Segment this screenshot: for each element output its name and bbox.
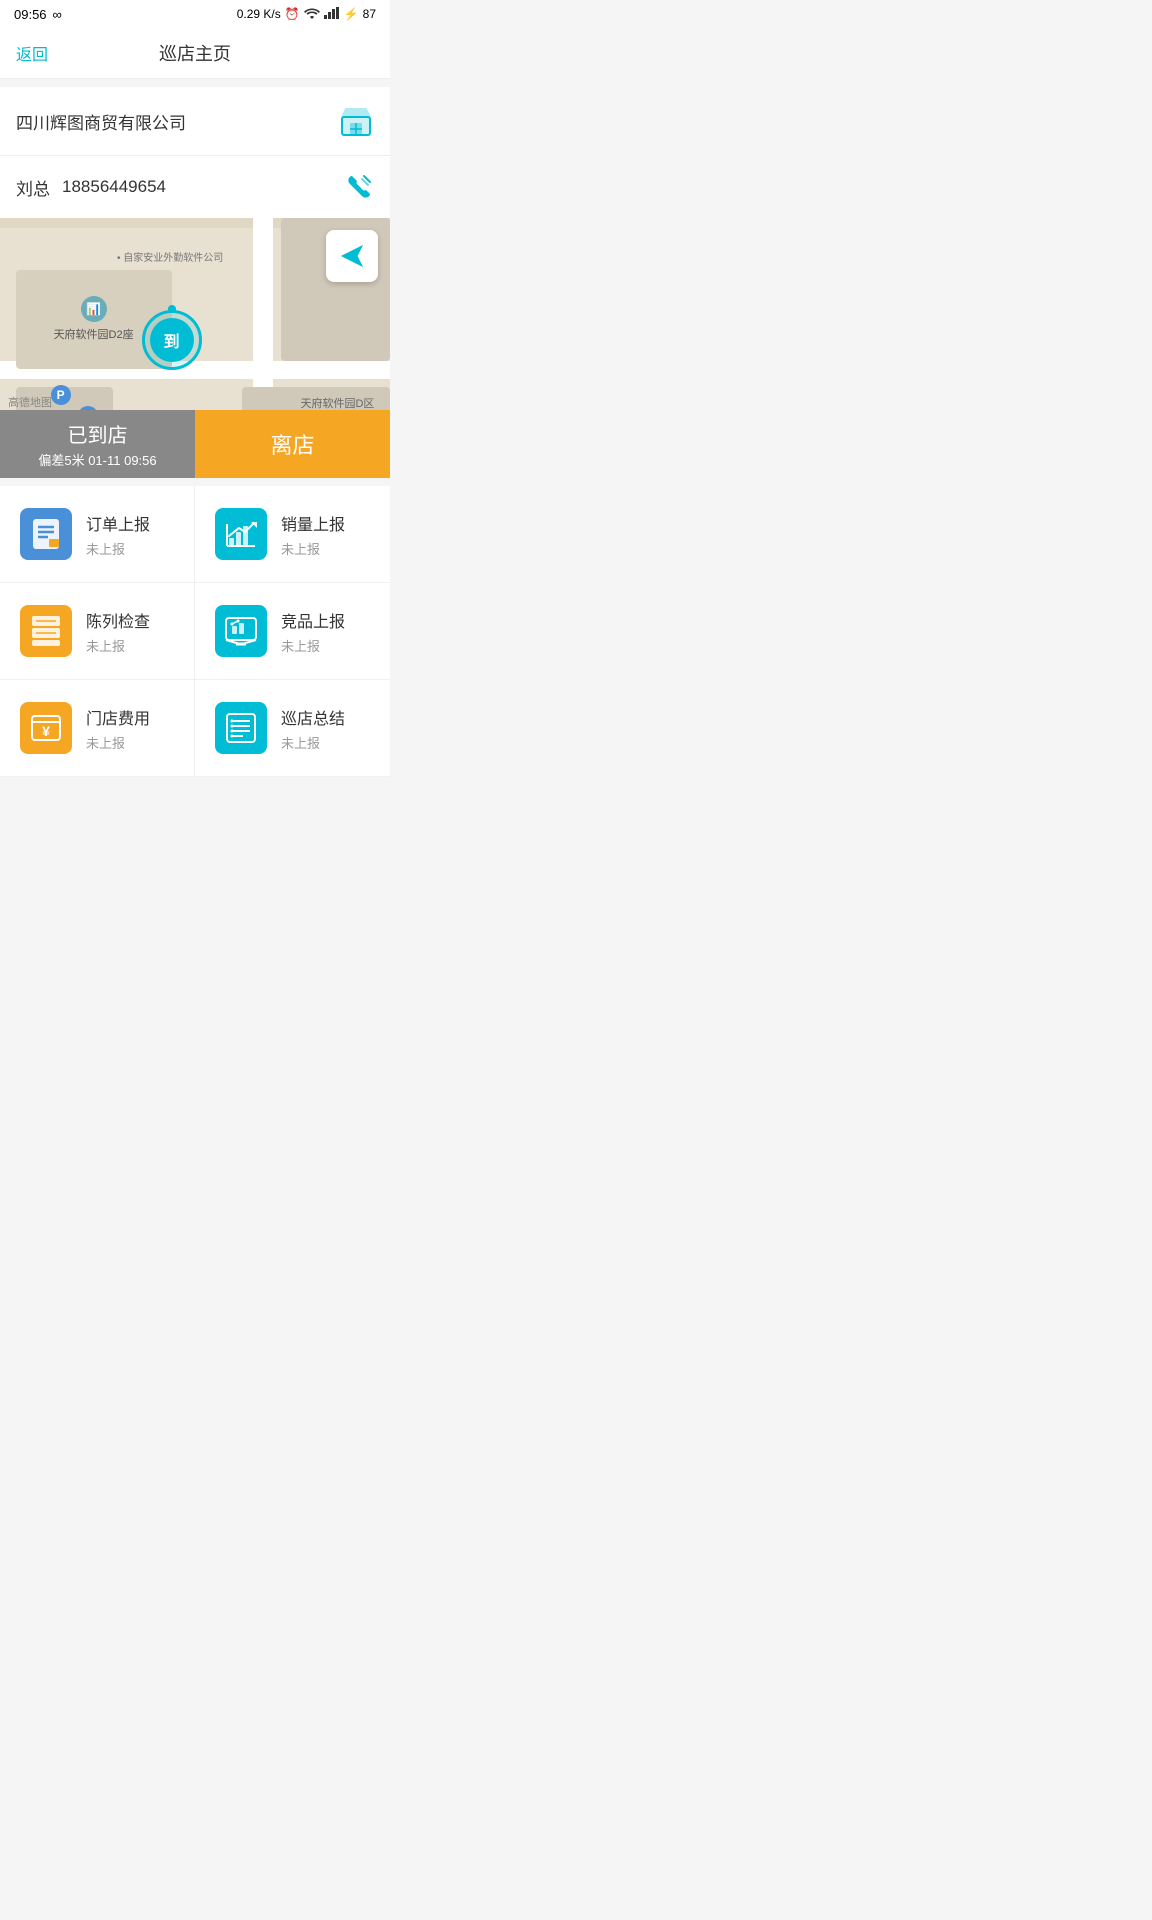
tour-summary-icon — [215, 702, 267, 754]
company-name: 四川辉图商贸有限公司 — [16, 109, 186, 134]
display-check-status: 未上报 — [86, 636, 150, 655]
company-info-section: 四川辉图商贸有限公司 刘总 18856449654 — [0, 87, 390, 218]
menu-item-sales-report[interactable]: 销量上报 未上报 — [195, 486, 390, 583]
store-expense-icon: ¥ — [20, 702, 72, 754]
store-expense-status: 未上报 — [86, 733, 150, 752]
page-title: 巡店主页 — [159, 40, 231, 66]
status-bar: 09:56 ∞ 0.29 K/s ⏰ ⚡ 87 — [0, 0, 390, 28]
arrive-button[interactable]: 已到店 偏差5米 01-11 09:56 — [0, 410, 195, 478]
contact-phone[interactable]: 18856449654 — [62, 177, 166, 197]
arrive-sub-label: 偏差5米 01-11 09:56 — [38, 450, 156, 469]
map-poi-d2: 天府软件园D2座 — [54, 326, 134, 342]
sales-report-status: 未上报 — [281, 539, 345, 558]
sales-report-label: 销量上报 — [281, 511, 345, 535]
status-speed: 0.29 K/s — [237, 7, 281, 21]
menu-grid: 订单上报 未上报 销量上报 未上报 — [0, 486, 390, 777]
phone-icon[interactable] — [344, 172, 374, 202]
menu-item-display-check[interactable]: 陈列检查 未上报 — [0, 583, 195, 680]
menu-item-tour-summary[interactable]: 巡店总结 未上报 — [195, 680, 390, 777]
company-row: 四川辉图商贸有限公司 — [0, 87, 390, 156]
back-button[interactable]: 返回 — [16, 41, 48, 65]
location-marker: 到 — [142, 310, 202, 370]
map-label-d-area-2: 天府软件园D区 — [300, 395, 374, 411]
parking-badge: P — [51, 385, 71, 405]
order-report-icon — [20, 508, 72, 560]
order-report-status: 未上报 — [86, 539, 150, 558]
map-section: 天府软件园D区 • 自家安业外勤软件公司 📊 天府软件园D2座 天府软件园D区 … — [0, 218, 390, 478]
leave-label: 离店 — [270, 428, 314, 460]
order-report-label: 订单上报 — [86, 511, 150, 535]
menu-item-order-report[interactable]: 订单上报 未上报 — [0, 486, 195, 583]
contact-name: 刘总 — [16, 175, 50, 200]
tour-summary-label: 巡店总结 — [281, 705, 345, 729]
status-loop-icon: ∞ — [53, 7, 62, 22]
competitor-report-icon — [215, 605, 267, 657]
svg-text:¥: ¥ — [42, 723, 50, 739]
contact-row: 刘总 18856449654 — [0, 156, 390, 218]
store-expense-label: 门店费用 — [86, 705, 150, 729]
store-icon — [338, 103, 374, 139]
status-clock-icon: ⏰ — [285, 7, 300, 21]
arrive-label: 已到店 — [68, 419, 128, 448]
competitor-report-status: 未上报 — [281, 636, 345, 655]
tour-summary-status: 未上报 — [281, 733, 345, 752]
status-wifi-icon — [304, 7, 320, 22]
leave-button[interactable]: 离店 — [195, 410, 390, 478]
page-header: 返回 巡店主页 — [0, 28, 390, 79]
navigate-button[interactable] — [326, 230, 378, 282]
competitor-report-label: 竞品上报 — [281, 608, 345, 632]
action-row: 已到店 偏差5米 01-11 09:56 离店 — [0, 410, 390, 478]
menu-item-competitor-report[interactable]: 竞品上报 未上报 — [195, 583, 390, 680]
status-battery: 87 — [363, 7, 376, 21]
map-label-soft-company: • 自家安业外勤软件公司 — [117, 249, 223, 264]
menu-item-store-expense[interactable]: ¥ 门店费用 未上报 — [0, 680, 195, 777]
status-time: 09:56 — [14, 7, 47, 22]
display-check-label: 陈列检查 — [86, 608, 150, 632]
sales-report-icon — [215, 508, 267, 560]
map-watermark: 高德地图 — [8, 394, 52, 410]
status-charge-icon: ⚡ — [344, 7, 359, 21]
status-signal-icon — [324, 7, 340, 22]
display-check-icon — [20, 605, 72, 657]
